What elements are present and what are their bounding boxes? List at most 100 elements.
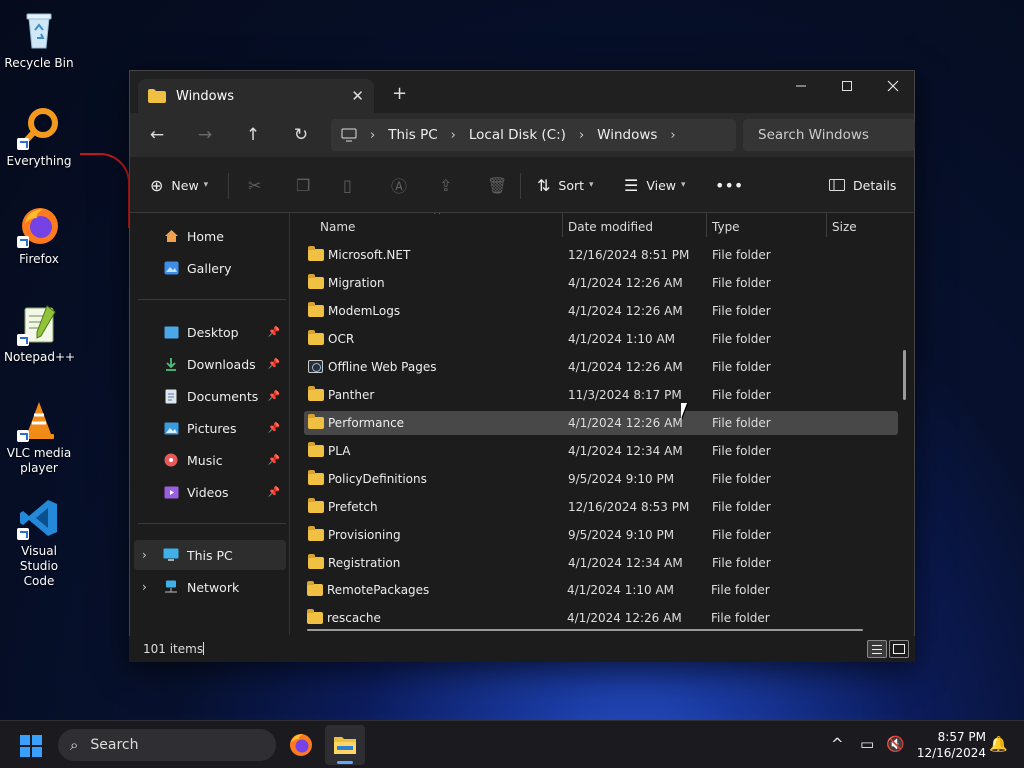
file-name: Offline Web Pages xyxy=(328,360,437,374)
forward-button[interactable]: → xyxy=(191,123,219,147)
table-row[interactable]: PLA 4/1/2024 12:34 AM File folder xyxy=(304,439,898,463)
chevron-right-icon[interactable]: › xyxy=(142,580,147,594)
command-bar: ⊕ New ▾ ✂ ❐ ▯ Ⓐ ⇪ 🗑 ⇅ Sort ▾ ☰ View ▾ ••… xyxy=(130,157,914,213)
pin-icon[interactable]: 📌 xyxy=(268,423,280,434)
pin-icon[interactable]: 📌 xyxy=(268,327,280,338)
sidebar-item-home[interactable]: Home xyxy=(134,221,286,251)
file-name: PolicyDefinitions xyxy=(328,472,427,486)
more-dots-icon: ••• xyxy=(715,175,744,195)
table-row[interactable]: rescache 4/1/2024 12:26 AM File folder xyxy=(303,606,897,630)
taskbar-search-box[interactable]: ⌕ Search xyxy=(58,729,276,761)
file-explorer-window[interactable]: Windows ✕ + ← → ↑ ↻ › This PC › Local Di… xyxy=(129,70,915,662)
address-bar[interactable]: › This PC › Local Disk (C:) › Windows › xyxy=(331,119,736,151)
paste-button[interactable]: ▯ xyxy=(343,174,360,196)
new-tab-button[interactable]: + xyxy=(392,83,407,104)
sidebar-item-label: Home xyxy=(187,228,224,244)
up-button[interactable]: ↑ xyxy=(239,123,267,147)
file-type: File folder xyxy=(712,304,771,318)
table-row-hovered[interactable]: Performance 4/1/2024 12:26 AM File folde… xyxy=(304,411,898,435)
sidebar-item-network[interactable]: › Network xyxy=(134,572,286,602)
table-row[interactable]: Registration 4/1/2024 12:34 AM File fold… xyxy=(304,551,898,575)
table-row[interactable]: Panther 11/3/2024 8:17 PM File folder xyxy=(304,383,898,407)
search-input[interactable]: Search Windows xyxy=(743,119,915,151)
column-header-size[interactable]: Size xyxy=(832,213,857,241)
everything-search-icon xyxy=(17,106,61,150)
chevron-right-icon[interactable]: › xyxy=(142,548,147,562)
desktop-icon-everything[interactable]: Everything xyxy=(4,106,74,169)
desktop-icon-vlc[interactable]: VLC media player xyxy=(4,398,74,476)
sidebar-item-videos[interactable]: Videos 📌 xyxy=(134,477,286,507)
desktop-icon-firefox[interactable]: Firefox xyxy=(4,204,74,267)
desktop-icon-vscode[interactable]: Visual Studio Code xyxy=(4,496,74,589)
refresh-button[interactable]: ↻ xyxy=(287,123,315,147)
table-row[interactable]: RemotePackages 4/1/2024 1:10 AM File fol… xyxy=(303,578,897,602)
column-divider[interactable] xyxy=(706,213,707,237)
column-header-name[interactable]: Name xyxy=(320,213,355,241)
volume-muted-icon[interactable]: 🔇 xyxy=(886,735,905,753)
start-button[interactable] xyxy=(20,735,42,757)
breadcrumb-chevron-icon[interactable]: › xyxy=(370,128,375,143)
view-button[interactable]: ☰ View ▾ xyxy=(624,174,686,196)
sidebar-item-downloads[interactable]: Downloads 📌 xyxy=(134,349,286,379)
rename-button[interactable]: Ⓐ xyxy=(391,174,415,196)
breadcrumb-this-pc[interactable]: This PC xyxy=(388,127,437,143)
table-row[interactable]: ModemLogs 4/1/2024 12:26 AM File folder xyxy=(304,299,898,323)
notifications-bell-icon[interactable]: 🔔 xyxy=(989,735,1008,753)
breadcrumb-chevron-icon[interactable]: › xyxy=(451,128,456,143)
taskbar-search-label: Search xyxy=(90,737,139,753)
copy-button[interactable]: ❐ xyxy=(296,174,318,196)
delete-button[interactable]: 🗑 xyxy=(487,174,515,196)
sidebar-item-pictures[interactable]: Pictures 📌 xyxy=(134,413,286,443)
table-row[interactable]: PolicyDefinitions 9/5/2024 9:10 PM File … xyxy=(304,467,898,491)
network-status-icon[interactable]: ▭ xyxy=(860,735,874,753)
show-hidden-icons-chevron-icon[interactable]: ^ xyxy=(831,735,844,753)
taskbar-file-explorer[interactable] xyxy=(325,725,365,765)
taskbar-firefox[interactable] xyxy=(281,725,321,765)
pin-icon[interactable]: 📌 xyxy=(268,487,280,498)
cut-button[interactable]: ✂ xyxy=(248,174,269,196)
details-pane-button[interactable]: Details xyxy=(829,174,896,196)
table-row[interactable]: Offline Web Pages 4/1/2024 12:26 AM File… xyxy=(304,355,898,379)
share-button[interactable]: ⇪ xyxy=(439,174,460,196)
maximize-button[interactable] xyxy=(824,71,870,101)
minimize-button[interactable] xyxy=(778,71,824,101)
table-row[interactable]: Provisioning 9/5/2024 9:10 PM File folde… xyxy=(304,523,898,547)
column-header-date-modified[interactable]: Date modified xyxy=(568,213,653,241)
see-more-button[interactable]: ••• xyxy=(715,174,751,196)
sidebar-item-this-pc[interactable]: › This PC xyxy=(134,540,286,570)
sidebar-item-music[interactable]: Music 📌 xyxy=(134,445,286,475)
column-divider[interactable] xyxy=(826,213,827,237)
column-header-type[interactable]: Type xyxy=(712,213,740,241)
sidebar-item-label: Network xyxy=(187,579,240,595)
pin-icon[interactable]: 📌 xyxy=(268,455,280,466)
firefox-icon xyxy=(17,204,61,248)
desktop-icon-notepad-plus-plus[interactable]: Notepad++ xyxy=(4,302,75,365)
breadcrumb-chevron-icon[interactable]: › xyxy=(670,128,675,143)
shortcut-arrow-icon xyxy=(17,138,29,150)
desktop-icon-recycle-bin[interactable]: Recycle Bin xyxy=(4,8,74,71)
pin-icon[interactable]: 📌 xyxy=(268,359,280,370)
sidebar-item-documents[interactable]: Documents 📌 xyxy=(134,381,286,411)
breadcrumb-windows[interactable]: Windows xyxy=(597,127,657,143)
system-clock[interactable]: 8:57 PM 12/16/2024 xyxy=(916,729,986,761)
table-row[interactable]: Migration 4/1/2024 12:26 AM File folder xyxy=(304,271,898,295)
table-row[interactable]: OCR 4/1/2024 1:10 AM File folder xyxy=(304,327,898,351)
title-bar[interactable]: Windows ✕ + xyxy=(130,71,914,113)
sidebar-item-desktop[interactable]: Desktop 📌 xyxy=(134,317,286,347)
pin-icon[interactable]: 📌 xyxy=(268,391,280,402)
close-window-button[interactable] xyxy=(870,71,916,101)
close-tab-icon[interactable]: ✕ xyxy=(351,87,364,105)
table-row[interactable]: Microsoft.NET 12/16/2024 8:51 PM File fo… xyxy=(304,243,898,267)
breadcrumb-local-disk[interactable]: Local Disk (C:) xyxy=(469,127,566,143)
sidebar-item-gallery[interactable]: Gallery xyxy=(134,253,286,283)
sort-button[interactable]: ⇅ Sort ▾ xyxy=(537,174,594,196)
gallery-icon xyxy=(162,260,180,276)
column-divider[interactable] xyxy=(562,213,563,237)
back-button[interactable]: ← xyxy=(143,123,171,147)
breadcrumb-chevron-icon[interactable]: › xyxy=(579,128,584,143)
music-icon xyxy=(162,452,180,468)
arrow-right-icon: → xyxy=(197,125,213,145)
tab-windows[interactable]: Windows ✕ xyxy=(138,79,374,113)
new-button[interactable]: ⊕ New ▾ xyxy=(150,174,208,196)
table-row[interactable]: Prefetch 12/16/2024 8:53 PM File folder xyxy=(304,495,898,519)
